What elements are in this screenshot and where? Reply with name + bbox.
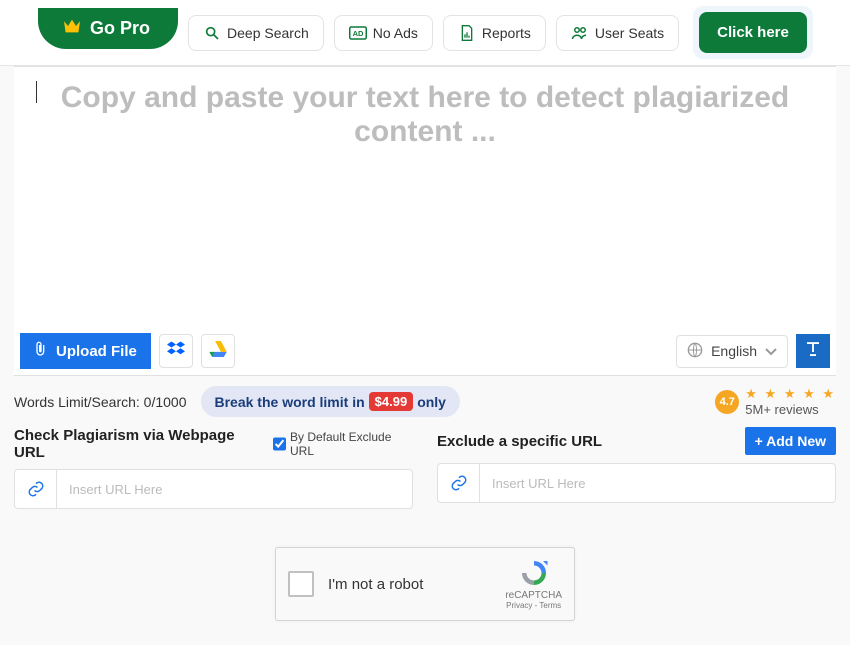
review-count-text: 5M+ reviews bbox=[745, 402, 836, 417]
recaptcha-icon bbox=[519, 558, 549, 588]
rating-badge: 4.7 bbox=[715, 390, 739, 414]
crown-icon bbox=[62, 18, 82, 39]
price-badge: $4.99 bbox=[369, 392, 414, 411]
upload-file-button[interactable]: Upload File bbox=[20, 333, 151, 369]
recaptcha-checkbox[interactable] bbox=[288, 571, 314, 597]
break-limit-prefix: Break the word limit in bbox=[215, 394, 365, 410]
check-url-column: Check Plagiarism via Webpage URL By Defa… bbox=[14, 427, 413, 509]
reports-label: Reports bbox=[482, 25, 531, 41]
dropbox-icon bbox=[167, 341, 185, 362]
exclude-url-title: Exclude a specific URL bbox=[437, 433, 602, 450]
attachment-icon bbox=[34, 341, 48, 361]
dropbox-button[interactable] bbox=[159, 334, 193, 368]
user-seats-label: User Seats bbox=[595, 25, 664, 41]
check-url-input[interactable] bbox=[57, 472, 412, 507]
link-icon bbox=[438, 464, 480, 502]
star-rating-icon: ★ ★ ★ ★ ★ bbox=[745, 386, 836, 402]
exclude-url-input[interactable] bbox=[480, 466, 835, 501]
language-selector[interactable]: English bbox=[676, 335, 788, 368]
text-format-icon bbox=[804, 340, 822, 363]
exclude-default-checkbox[interactable]: By Default Exclude URL bbox=[273, 430, 413, 458]
search-icon bbox=[203, 24, 221, 42]
deep-search-label: Deep Search bbox=[227, 25, 309, 41]
globe-icon bbox=[687, 342, 703, 361]
exclude-url-input-group bbox=[437, 463, 836, 503]
go-pro-badge[interactable]: Go Pro bbox=[38, 8, 178, 49]
recaptcha-label: I'm not a robot bbox=[328, 576, 491, 593]
link-icon bbox=[15, 470, 57, 508]
no-ads-button[interactable]: AD No Ads bbox=[334, 15, 433, 51]
google-drive-button[interactable] bbox=[201, 334, 235, 368]
reports-button[interactable]: Reports bbox=[443, 15, 546, 51]
google-drive-icon bbox=[209, 341, 227, 362]
check-url-title: Check Plagiarism via Webpage URL bbox=[14, 427, 259, 461]
go-pro-label: Go Pro bbox=[90, 18, 150, 39]
chevron-down-icon bbox=[765, 343, 777, 359]
check-url-input-group bbox=[14, 469, 413, 509]
text-caret bbox=[36, 81, 37, 103]
stats-row: Words Limit/Search: 0/1000 Break the wor… bbox=[0, 376, 850, 423]
user-seats-button[interactable]: User Seats bbox=[556, 15, 679, 51]
click-here-button[interactable]: Click here bbox=[699, 12, 807, 53]
users-icon bbox=[571, 24, 589, 42]
editor-container: Upload File English bbox=[14, 66, 836, 376]
no-ads-label: No Ads bbox=[373, 25, 418, 41]
recaptcha-logo: reCAPTCHA Privacy - Terms bbox=[505, 558, 562, 610]
language-label: English bbox=[711, 343, 757, 359]
recaptcha-brand-text: reCAPTCHA bbox=[505, 590, 562, 601]
exclude-default-checkbox-input[interactable] bbox=[273, 437, 286, 451]
add-new-button[interactable]: + Add New bbox=[745, 427, 836, 455]
review-block: 4.7 ★ ★ ★ ★ ★ 5M+ reviews bbox=[715, 386, 836, 417]
editor-toolbar: Upload File English bbox=[14, 327, 836, 375]
words-limit-text: Words Limit/Search: 0/1000 bbox=[14, 394, 187, 410]
upload-file-label: Upload File bbox=[56, 343, 137, 360]
format-button[interactable] bbox=[796, 334, 830, 368]
top-nav-bar: Go Pro Deep Search AD No Ads Reports Use… bbox=[0, 0, 850, 66]
url-section: Check Plagiarism via Webpage URL By Defa… bbox=[0, 423, 850, 519]
click-here-wrapper: Click here bbox=[693, 6, 813, 59]
no-ads-icon: AD bbox=[349, 24, 367, 42]
svg-text:AD: AD bbox=[352, 29, 363, 38]
exclude-default-label: By Default Exclude URL bbox=[290, 430, 413, 458]
report-icon bbox=[458, 24, 476, 42]
exclude-url-column: Exclude a specific URL + Add New bbox=[437, 427, 836, 509]
recaptcha-legal-text: Privacy - Terms bbox=[506, 601, 561, 610]
captcha-container: I'm not a robot reCAPTCHA Privacy - Term… bbox=[0, 519, 850, 621]
break-limit-pill[interactable]: Break the word limit in $4.99 only bbox=[201, 386, 460, 417]
break-limit-suffix: only bbox=[417, 394, 446, 410]
deep-search-button[interactable]: Deep Search bbox=[188, 15, 324, 51]
recaptcha-widget: I'm not a robot reCAPTCHA Privacy - Term… bbox=[275, 547, 575, 621]
